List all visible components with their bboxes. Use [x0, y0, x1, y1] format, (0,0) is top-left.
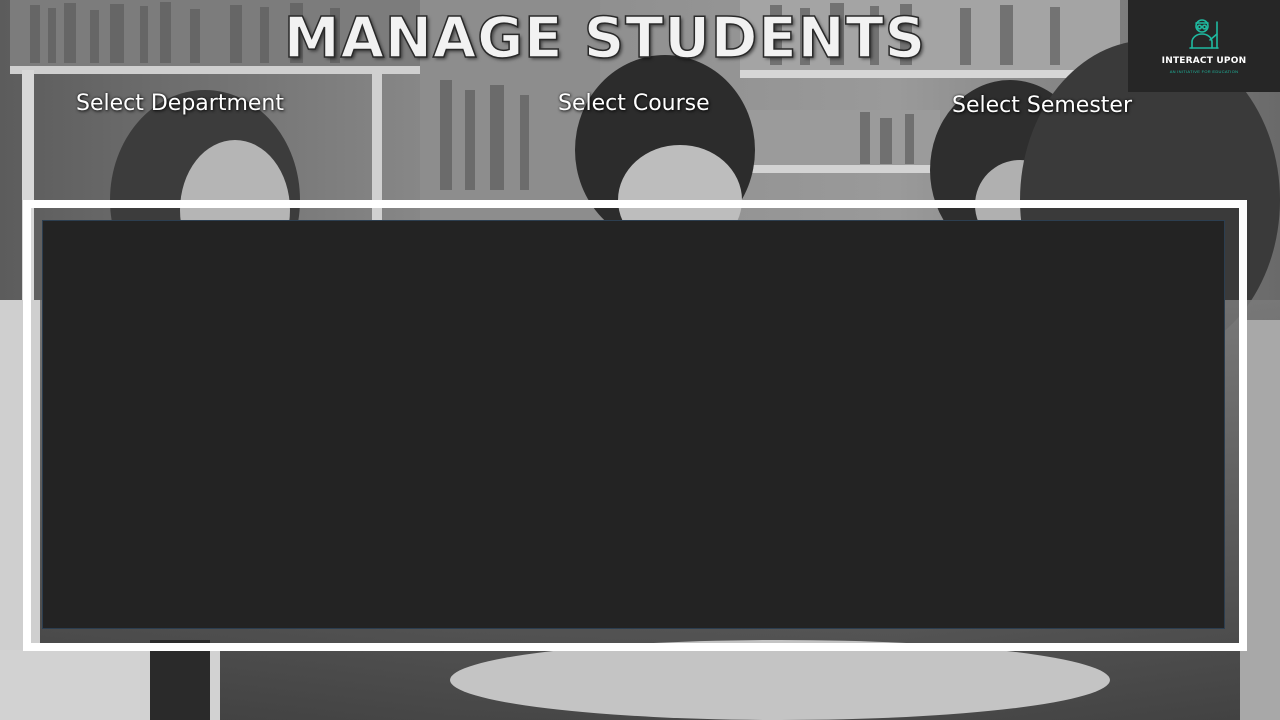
page-title: MANAGE STUDENTS [283, 5, 927, 72]
department-selector[interactable]: Select Department [76, 91, 284, 116]
semester-selector[interactable]: Select Semester [952, 93, 1132, 118]
manage-students-screen: MANAGE STUDENTS Select Department Select… [0, 0, 1280, 720]
logo-name: INTERACT UPON [1161, 56, 1247, 66]
student-list-panel [42, 220, 1225, 629]
course-selector[interactable]: Select Course [558, 91, 710, 116]
logo-tagline: AN INITIATIVE FOR EDUCATION [1169, 69, 1239, 74]
teacher-at-board-icon [1182, 16, 1226, 56]
interact-upon-logo: INTERACT UPON AN INITIATIVE FOR EDUCATIO… [1128, 0, 1280, 92]
